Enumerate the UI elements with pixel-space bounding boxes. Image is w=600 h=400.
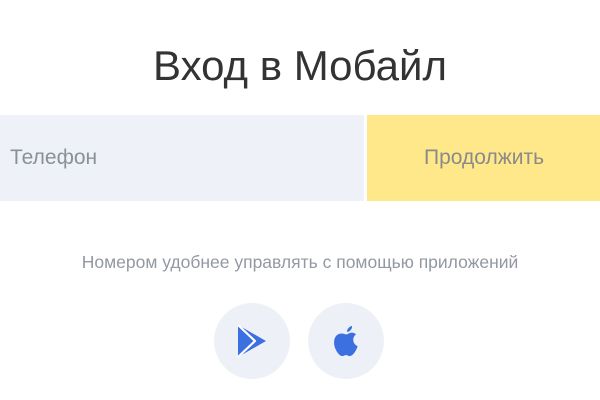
google-play-button[interactable]	[214, 303, 290, 379]
page-title: Вход в Мобайл	[153, 42, 447, 90]
login-page: Вход в Мобайл Продолжить Номером удобнее…	[0, 0, 600, 400]
continue-button[interactable]: Продолжить	[367, 115, 600, 201]
apple-icon	[334, 326, 358, 357]
phone-login-form: Продолжить	[0, 115, 600, 201]
app-store-button[interactable]	[308, 303, 384, 379]
phone-input[interactable]	[0, 115, 364, 201]
apps-hint-text: Номером удобнее управлять с помощью прил…	[81, 252, 519, 272]
google-play-icon	[237, 324, 266, 358]
